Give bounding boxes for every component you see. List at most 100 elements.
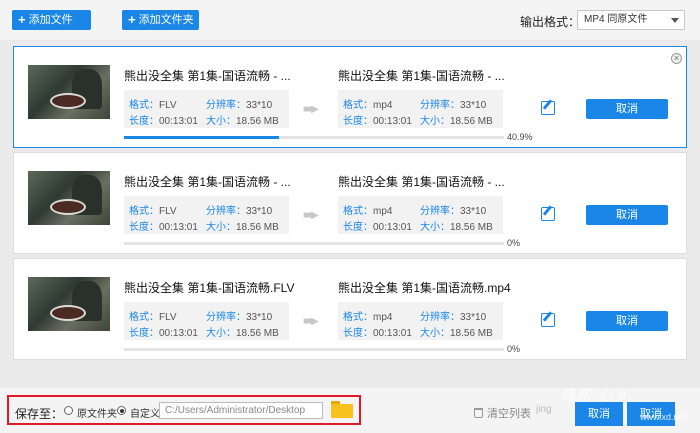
radio-original-folder[interactable] xyxy=(64,406,73,415)
edit-icon[interactable] xyxy=(541,207,555,221)
watermark-logo: 晓东 心 ∂ xyxy=(560,387,627,404)
source-format: FLV xyxy=(159,206,177,217)
option-custom-label: 自定义 xyxy=(130,409,160,420)
target-info-panel: 格式：mp4 分辨率：33*10 长度：00:13:01 大小：18.56 MB xyxy=(338,196,503,234)
add-folder-label: 添加文件夹 xyxy=(138,14,194,26)
plus-icon: + xyxy=(128,12,136,27)
watermark-url: www.xd.net xyxy=(640,412,687,422)
source-duration: 00:13:01 xyxy=(159,116,198,127)
cancel-button[interactable]: 取消 xyxy=(586,205,668,225)
size-label: 大小： xyxy=(206,222,236,233)
source-info-panel: 格式：FLV 分辨率：33*10 长度：00:13:01 大小：18.56 MB xyxy=(124,90,289,128)
arrow-right-icon: ■■▶ xyxy=(303,210,319,221)
list-item[interactable]: 熊出没全集 第1集-国语流畅 - ... 格式：FLV 分辨率：33*10 长度… xyxy=(13,152,687,254)
add-file-label: 添加文件 xyxy=(28,14,73,26)
clear-list-button[interactable]: 清空列表 xyxy=(474,405,531,421)
target-size: 18.56 MB xyxy=(450,116,493,127)
toolbar: + 添加文件 + 添加文件夹 输出格式： MP4 同原文件 xyxy=(0,0,700,40)
list-item[interactable]: × 熊出没全集 第1集-国语流畅 - ... 格式：FLV 分辨率：33*10 … xyxy=(13,46,687,148)
target-file-name: 熊出没全集 第1集-国语流畅 - ... xyxy=(338,69,505,83)
source-resolution: 33*10 xyxy=(246,100,273,111)
resolution-label: 分辨率： xyxy=(206,206,246,217)
chevron-down-icon xyxy=(671,18,679,23)
video-thumbnail xyxy=(28,171,110,225)
duration-label: 长度： xyxy=(129,116,159,127)
source-size: 18.56 MB xyxy=(236,116,279,127)
source-resolution: 33*10 xyxy=(246,206,273,217)
duration-label: 长度： xyxy=(129,222,159,233)
folder-icon[interactable] xyxy=(331,401,353,418)
source-size: 18.56 MB xyxy=(236,222,279,233)
size-label: 大小： xyxy=(420,328,450,339)
cancel-button[interactable]: 取消 xyxy=(575,402,623,426)
target-size: 18.56 MB xyxy=(450,222,493,233)
progress-text: 0% xyxy=(507,238,521,248)
format-label: 格式： xyxy=(129,100,159,111)
list-item[interactable]: 熊出没全集 第1集-国语流畅.FLV 格式：FLV 分辨率：33*10 长度：0… xyxy=(13,258,687,360)
size-label: 大小： xyxy=(206,116,236,127)
close-icon[interactable]: × xyxy=(671,53,682,64)
source-size: 18.56 MB xyxy=(236,328,279,339)
target-format: mp4 xyxy=(373,312,393,323)
format-label: 格式： xyxy=(129,312,159,323)
target-file-name: 熊出没全集 第1集-国语流畅 - ... xyxy=(338,175,505,189)
source-info-panel: 格式：FLV 分辨率：33*10 长度：00:13:01 大小：18.56 MB xyxy=(124,196,289,234)
resolution-label: 分辨率： xyxy=(206,312,246,323)
target-resolution: 33*10 xyxy=(460,206,487,217)
format-label: 格式： xyxy=(343,100,373,111)
output-format-select[interactable]: MP4 同原文件 xyxy=(577,10,685,30)
source-resolution: 33*10 xyxy=(246,312,273,323)
progress-bar xyxy=(124,348,504,351)
duration-label: 长度： xyxy=(343,328,373,339)
edit-icon[interactable] xyxy=(541,313,555,327)
cancel-button[interactable]: 取消 xyxy=(586,311,668,331)
progress-fill xyxy=(124,136,280,139)
progress-text: 0% xyxy=(507,344,521,354)
save-path-input[interactable]: C:/Users/Administrator/Desktop xyxy=(159,402,323,419)
source-duration: 00:13:01 xyxy=(159,328,198,339)
clear-list-label: 清空列表 xyxy=(487,408,531,420)
output-format-label: 输出格式： xyxy=(520,15,581,29)
cancel-button[interactable]: 取消 xyxy=(586,99,668,119)
progress-text: 40.9% xyxy=(507,132,533,142)
duration-label: 长度： xyxy=(343,222,373,233)
resolution-label: 分辨率： xyxy=(420,312,460,323)
target-format: mp4 xyxy=(373,100,393,111)
target-info-panel: 格式：mp4 分辨率：33*10 长度：00:13:01 大小：18.56 MB xyxy=(338,302,503,340)
source-info-panel: 格式：FLV 分辨率：33*10 长度：00:13:01 大小：18.56 MB xyxy=(124,302,289,340)
source-file-name: 熊出没全集 第1集-国语流畅 - ... xyxy=(124,175,291,189)
target-info-panel: 格式：mp4 分辨率：33*10 长度：00:13:01 大小：18.56 MB xyxy=(338,90,503,128)
format-label: 格式： xyxy=(343,206,373,217)
resolution-label: 分辨率： xyxy=(206,100,246,111)
watermark-jing: jing xyxy=(536,404,552,415)
output-format-value: MP4 同原文件 xyxy=(584,14,648,25)
save-to-label: 保存至： xyxy=(15,407,64,421)
format-label: 格式： xyxy=(129,206,159,217)
resolution-label: 分辨率： xyxy=(420,206,460,217)
source-file-name: 熊出没全集 第1集-国语流畅 - ... xyxy=(124,69,291,83)
size-label: 大小： xyxy=(420,222,450,233)
add-folder-button[interactable]: + 添加文件夹 xyxy=(122,10,199,30)
add-file-button[interactable]: + 添加文件 xyxy=(12,10,91,30)
target-duration: 00:13:01 xyxy=(373,328,412,339)
target-resolution: 33*10 xyxy=(460,100,487,111)
size-label: 大小： xyxy=(206,328,236,339)
target-duration: 00:13:01 xyxy=(373,116,412,127)
duration-label: 长度： xyxy=(129,328,159,339)
arrow-right-icon: ■■▶ xyxy=(303,104,319,115)
video-thumbnail xyxy=(28,277,110,331)
trash-icon xyxy=(474,408,483,418)
target-resolution: 33*10 xyxy=(460,312,487,323)
source-file-name: 熊出没全集 第1集-国语流畅.FLV xyxy=(124,281,295,295)
source-format: FLV xyxy=(159,312,177,323)
save-location-box: 保存至： 原文件夹 自定义 C:/Users/Administrator/Des… xyxy=(7,395,361,425)
progress-bar xyxy=(124,136,504,139)
target-format: mp4 xyxy=(373,206,393,217)
arrow-right-icon: ■■▶ xyxy=(303,316,319,327)
target-duration: 00:13:01 xyxy=(373,222,412,233)
size-label: 大小： xyxy=(420,116,450,127)
target-file-name: 熊出没全集 第1集-国语流畅.mp4 xyxy=(338,281,511,295)
radio-custom-folder[interactable] xyxy=(117,406,126,415)
option-original-label: 原文件夹 xyxy=(77,409,117,420)
edit-icon[interactable] xyxy=(541,101,555,115)
